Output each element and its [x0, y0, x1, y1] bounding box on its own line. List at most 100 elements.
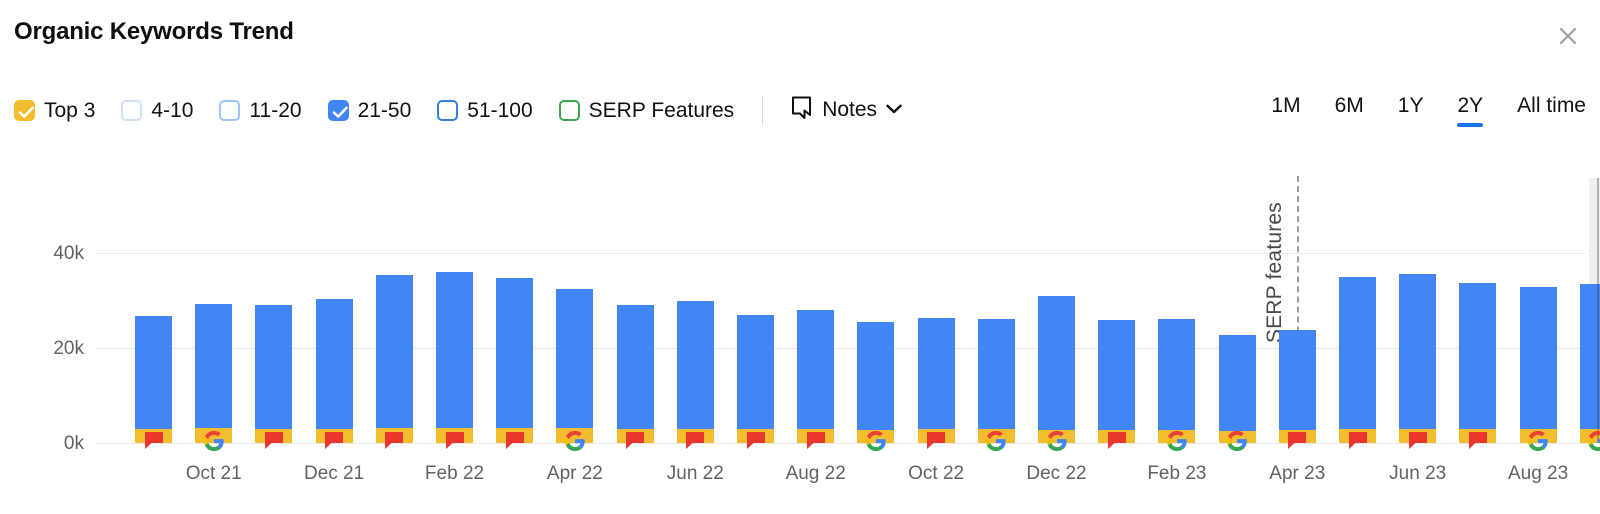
- bar[interactable]: [616, 304, 654, 443]
- x-axis-tick-label: Dec 21: [303, 463, 365, 484]
- bar-segment-21-50: [315, 298, 353, 429]
- legend-item-51-100[interactable]: 51-100: [437, 99, 533, 121]
- bar[interactable]: [797, 310, 835, 443]
- notes-dropdown[interactable]: Notes: [791, 96, 902, 125]
- legend-item-21-50[interactable]: 21-50: [327, 99, 411, 121]
- legend-label: SERP Features: [588, 98, 735, 122]
- bookmark-icon: [791, 96, 812, 125]
- note-marker-icon[interactable]: [624, 430, 646, 452]
- google-update-marker-icon[interactable]: [564, 430, 586, 452]
- x-axis-tick-label: Feb 22: [424, 463, 485, 484]
- bar[interactable]: [676, 300, 714, 443]
- note-marker-icon[interactable]: [1407, 430, 1429, 452]
- bar-segment-21-50: [1038, 296, 1075, 430]
- note-marker-icon[interactable]: [444, 430, 466, 452]
- note-marker-icon[interactable]: [143, 430, 165, 452]
- bar[interactable]: [556, 289, 594, 443]
- range-2y[interactable]: 2Y: [1457, 94, 1483, 127]
- x-axis-tick-label: Aug 23: [1507, 463, 1569, 484]
- x-axis-tick-label: Apr 23: [1269, 463, 1326, 484]
- bar[interactable]: [375, 275, 413, 443]
- bar-segment-21-50: [1339, 276, 1376, 429]
- bar[interactable]: [1519, 286, 1557, 443]
- bar-segment-21-50: [255, 304, 293, 429]
- bar-segment-21-50: [1519, 286, 1557, 430]
- google-update-marker-icon[interactable]: [1587, 430, 1600, 452]
- bar-segment-21-50: [375, 275, 413, 429]
- x-axis-tick-label: Oct 21: [185, 463, 242, 484]
- range-all-time[interactable]: All time: [1517, 94, 1586, 127]
- checkbox-51-100[interactable]: [437, 99, 459, 121]
- bar[interactable]: [135, 316, 172, 443]
- bar[interactable]: [1339, 276, 1376, 443]
- google-update-marker-icon[interactable]: [865, 430, 887, 452]
- note-marker-icon[interactable]: [504, 430, 526, 452]
- bar[interactable]: [1278, 330, 1316, 443]
- note-marker-icon[interactable]: [263, 430, 285, 452]
- bar[interactable]: [255, 304, 293, 443]
- bar-segment-21-50: [1399, 273, 1437, 429]
- google-update-marker-icon[interactable]: [1527, 430, 1549, 452]
- serp-features-annotation-label: SERP features: [1263, 202, 1287, 344]
- bar[interactable]: [496, 278, 534, 443]
- note-marker-icon[interactable]: [383, 430, 405, 452]
- note-marker-icon[interactable]: [1347, 430, 1369, 452]
- bar[interactable]: [1218, 335, 1256, 443]
- bar[interactable]: [436, 272, 473, 443]
- legend-item-top-3[interactable]: Top 3: [14, 99, 95, 121]
- google-update-marker-icon[interactable]: [1166, 430, 1188, 452]
- bar[interactable]: [1098, 320, 1136, 443]
- bar[interactable]: [977, 318, 1015, 443]
- google-update-marker-icon[interactable]: [203, 430, 225, 452]
- x-axis-tick-label: Jun 22: [666, 463, 724, 484]
- x-axis-tick-label: Oct 22: [908, 463, 965, 484]
- bar[interactable]: [857, 321, 895, 443]
- notes-label: Notes: [822, 98, 878, 121]
- x-axis-tick-label: Apr 22: [546, 463, 603, 484]
- x-axis-tick-label: Aug 22: [785, 463, 846, 484]
- range-6m[interactable]: 6M: [1335, 94, 1364, 127]
- note-marker-icon[interactable]: [684, 430, 706, 452]
- google-update-marker-icon[interactable]: [1046, 430, 1068, 452]
- y-axis-tick-label: 0k: [63, 433, 84, 454]
- close-icon[interactable]: [1554, 22, 1582, 50]
- note-marker-icon[interactable]: [1106, 430, 1128, 452]
- checkbox-serp-features[interactable]: [558, 99, 580, 121]
- legend-item-4-10[interactable]: 4-10: [121, 99, 193, 121]
- bar[interactable]: [917, 318, 955, 443]
- note-marker-icon[interactable]: [925, 430, 947, 452]
- checkbox-11-20[interactable]: [219, 99, 241, 121]
- legend-item-serp-features[interactable]: SERP Features: [558, 98, 735, 122]
- bar[interactable]: [1038, 296, 1075, 443]
- note-marker-icon[interactable]: [745, 430, 767, 452]
- note-marker-icon[interactable]: [805, 430, 827, 452]
- checkbox-top-3[interactable]: [14, 99, 35, 121]
- bar-segment-21-50: [496, 278, 534, 429]
- bar[interactable]: [1158, 318, 1196, 443]
- bar[interactable]: [737, 314, 774, 443]
- bar[interactable]: [1459, 282, 1497, 443]
- bar-segment-21-50: [857, 321, 895, 430]
- bar[interactable]: [315, 298, 353, 443]
- bar-segment-21-50: [676, 300, 714, 429]
- legend-item-11-20[interactable]: 11-20: [219, 99, 302, 121]
- checkbox-4-10[interactable]: [121, 99, 143, 121]
- bar-segment-21-50: [1158, 318, 1196, 431]
- chart-toolbar: Top 3 4-10 11-20 21-50 51-100 SERP Features N…: [14, 92, 1586, 128]
- hover-crosshair-line: [1597, 178, 1600, 443]
- checkbox-21-50[interactable]: [327, 99, 349, 121]
- range-1m[interactable]: 1M: [1271, 94, 1300, 127]
- note-marker-icon[interactable]: [323, 430, 345, 452]
- note-marker-icon[interactable]: [1286, 430, 1308, 452]
- bar[interactable]: [195, 304, 233, 443]
- bar[interactable]: [1399, 273, 1437, 443]
- range-1y[interactable]: 1Y: [1398, 94, 1424, 127]
- y-axis-tick-label: 20k: [53, 338, 84, 359]
- chevron-down-icon: [886, 101, 902, 119]
- google-update-marker-icon[interactable]: [1226, 430, 1248, 452]
- bar-segment-21-50: [135, 316, 172, 430]
- page-title: Organic Keywords Trend: [14, 18, 294, 45]
- google-update-marker-icon[interactable]: [985, 430, 1007, 452]
- note-marker-icon[interactable]: [1467, 430, 1489, 452]
- organic-keywords-chart: 0k 20k 40k SERP features Oct 21 Dec 21 Feb 22 A…: [0, 160, 1600, 514]
